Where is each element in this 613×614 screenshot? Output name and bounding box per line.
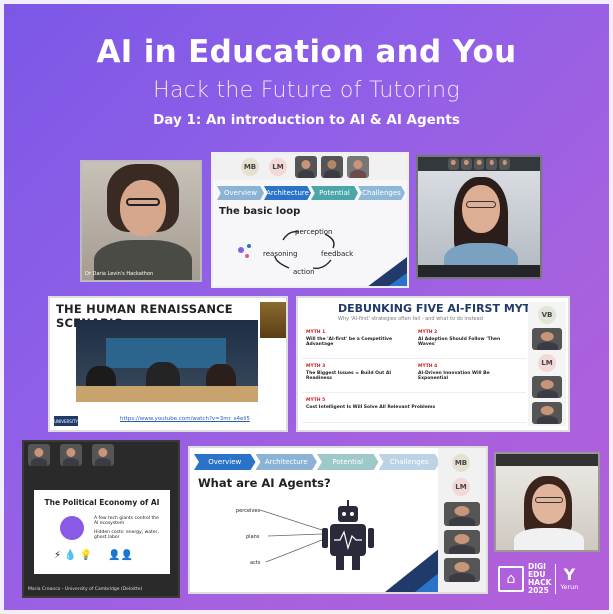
thumbnail-strip [24,442,178,472]
speaker-video-3[interactable] [494,452,600,552]
speaker-video-1[interactable]: Dr Daria Levin's Hackathon [80,160,202,282]
building-icon: ⌂ [498,566,524,592]
painting-thumbnail [260,302,286,338]
participant-cam [444,558,480,582]
logo-divider [555,564,557,594]
myths-grid: MYTH 1 Will the 'AI-first' be a Competit… [302,328,526,428]
university-logo: UNIVERSITY [54,416,78,426]
participant-sidebar: VB LM [528,302,566,426]
myth-row: MYTH 5 Cost Intelligent Is Will Solve Al… [302,396,526,423]
architecture-slide-tile[interactable]: MB LM Overview Architecture Potential Ch… [211,152,409,288]
agents-slide-tile[interactable]: Overview Architecture Potential Challeng… [188,446,488,594]
myth-row: MYTH 1 Will the 'AI-first' be a Competit… [302,328,526,359]
speaker-video-2[interactable] [416,155,542,279]
face-shape [462,185,500,233]
video-bg [418,171,540,277]
slide-bullet: A few tech giants control the AI ecosyst… [94,516,159,526]
participant-cam [532,376,562,398]
brain-icon [60,516,84,540]
shirt-shape [514,528,584,550]
glasses-icon [535,497,563,503]
digi-edu-hack-logo: DIGI EDU HACK 2025 [528,562,552,595]
energy-icons: ⚡ 💧 💡 👤👤 [54,550,134,561]
page-subtitle: Hack the Future of Tutoring [153,78,460,103]
face-shape [120,180,166,236]
day-heading: Day 1: An introduction to AI & AI Agents [153,112,460,128]
speaker-caption: Maria Creanco - University of Cambridge … [28,587,143,592]
video-link[interactable]: https://www.youtube.com/watch?v=3mr_s4el… [120,416,250,422]
avatar-lm: LM [452,478,470,496]
slide-subheading: Why 'AI-first' strategies often fail - a… [338,316,483,322]
slide-bullet: Hidden costs: energy, water, ghost labor [94,530,159,540]
yerun-logo: Y Yerun [560,565,579,592]
glasses-icon [126,198,160,206]
political-slide: The Political Economy of AI A few tech g… [34,490,170,574]
renaissance-slide-tile[interactable]: THE HUMAN RENAISSANCE SCENARIO https://w… [48,296,288,432]
slide-heading: The Political Economy of AI [44,498,160,507]
glasses-icon [466,201,496,208]
meeting-toolbar[interactable] [418,265,540,277]
myths-slide-tile[interactable]: DEBUNKING FIVE AI-FIRST MYTHS Why 'AI-fi… [296,296,570,432]
video-bg [496,466,598,550]
page-title: AI in Education and You [96,34,517,70]
participant-cam [444,530,480,554]
renaissance-image [76,320,258,402]
avatar-lm: LM [538,354,556,372]
avatar-mb: MB [452,454,470,472]
avatar-vb: VB [538,306,556,324]
participant-sidebar: MB LM [438,448,486,592]
logo-area: ⌂ DIGI EDU HACK 2025 Y Yerun [498,556,602,602]
myth-row: MYTH 3 The Biggest Issues = Build Out AI… [302,362,526,393]
participant-cam [444,502,480,526]
participant-cam [532,402,562,424]
slide-heading: DEBUNKING FIVE AI-FIRST MYTHS [338,302,548,315]
thumbnail-strip [496,454,598,466]
speaker-caption: Dr Daria Levin's Hackathon [85,271,154,277]
participant-cam [532,328,562,350]
desk-shape [76,386,258,402]
face-shape [532,484,566,524]
political-economy-tile[interactable]: The Political Economy of AI A few tech g… [22,440,180,598]
loop-arrows-icon [238,230,407,286]
